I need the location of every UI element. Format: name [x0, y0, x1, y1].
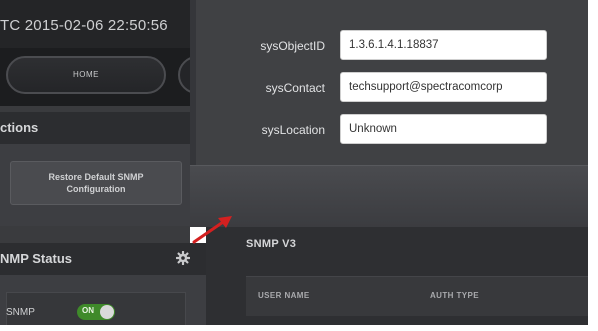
syslocation-field[interactable]: Unknown [340, 114, 547, 144]
page-margin-right [588, 0, 598, 331]
restore-button-line2: Configuration [66, 184, 126, 194]
syscontact-field[interactable]: techsupport@spectracomcorp [340, 72, 547, 102]
syslocation-label: sysLocation [261, 123, 325, 137]
annotation-arrow-icon [192, 216, 232, 244]
snmp-toggle[interactable]: ON [77, 304, 115, 320]
restore-button-line1: Restore Default SNMP [48, 172, 144, 182]
section-divider [190, 165, 598, 227]
snmp-settings-screen: TC 2015-02-06 22:50:56 HOME ctions Resto… [0, 0, 598, 331]
sysobjectid-label: sysObjectID [260, 39, 325, 53]
utc-clock: TC 2015-02-06 22:50:56 [0, 17, 168, 34]
actions-panel-title: ctions [0, 112, 190, 144]
syscontact-label: sysContact [265, 81, 325, 95]
col-user-name: USER NAME [258, 291, 310, 300]
toggle-knob [100, 305, 114, 319]
snmpv3-title: SNMP V3 [246, 238, 297, 250]
toggle-label: ON [82, 306, 94, 315]
snmp-label: SNMP [6, 307, 35, 318]
col-auth-type: AUTH TYPE [430, 291, 479, 300]
restore-default-snmp-button[interactable]: Restore Default SNMP Configuration [10, 161, 182, 205]
gear-icon[interactable] [176, 251, 190, 265]
sysobjectid-field[interactable]: 1.3.6.1.4.1.18837 [340, 30, 547, 60]
clock-bar: TC 2015-02-06 22:50:56 [0, 0, 190, 48]
page-margin-bottom [0, 325, 598, 331]
home-button[interactable]: HOME [6, 56, 166, 94]
